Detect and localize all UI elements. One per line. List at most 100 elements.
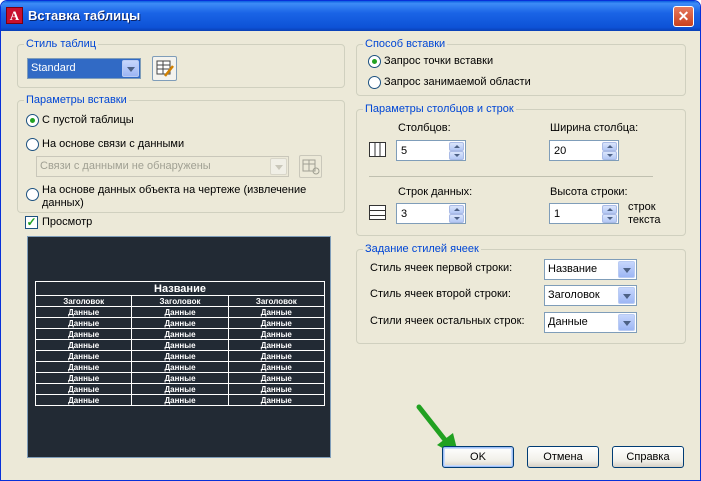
autocad-app-icon: A [6, 7, 23, 24]
help-button[interactable]: Справка [612, 446, 684, 468]
object-data-label[interactable]: На основе данных объекта на чертеже (изв… [42, 184, 327, 210]
preview-header-cell: Заголовок [34, 295, 133, 307]
preview-data-row: Данные Данные Данные [34, 306, 326, 318]
preview-data-cell: Данные [227, 350, 326, 362]
preview-data-cell: Данные [227, 339, 326, 351]
increment-icon[interactable] [449, 142, 464, 151]
preview-data-row: Данные Данные Данные [34, 383, 326, 395]
chevron-down-icon[interactable] [122, 60, 139, 77]
preview-data-cell: Данные [34, 394, 133, 406]
preview-data-cell: Данные [34, 383, 133, 395]
dialog-title: Вставка таблицы [28, 8, 141, 23]
preview-data-row: Данные Данные Данные [34, 339, 326, 351]
data-link-value: Связи с данными не обнаружены [40, 160, 211, 172]
preview-data-row: Данные Данные Данные [34, 350, 326, 362]
column-width-value[interactable]: 20 [554, 145, 566, 157]
data-link-select[interactable]: Связи с данными не обнаружены [36, 156, 289, 177]
table-preview: Название Заголовок Заголовок Заголовок Д… [27, 236, 331, 458]
preview-label[interactable]: Просмотр [42, 216, 92, 228]
columns-value[interactable]: 5 [401, 145, 407, 157]
specify-point-label[interactable]: Запрос точки вставки [384, 55, 493, 67]
decrement-icon[interactable] [449, 214, 464, 223]
preview-data-row: Данные Данные Данные [34, 328, 326, 340]
preview-data-cell: Данные [227, 372, 326, 384]
other-rows-style-label: Стили ячеек остальных строк: [370, 315, 525, 327]
second-row-style-value: Заголовок [548, 289, 600, 301]
preview-data-cell: Данные [227, 317, 326, 329]
ok-button[interactable]: OK [442, 446, 514, 468]
decrement-icon[interactable] [449, 151, 464, 160]
data-link-label[interactable]: На основе связи с данными [42, 138, 184, 150]
first-row-style-select[interactable]: Название [544, 259, 637, 280]
data-rows-label: Строк данных: [398, 186, 473, 198]
columns-label: Столбцов: [398, 122, 451, 134]
data-rows-spinner[interactable]: 3 [396, 203, 466, 224]
columns-rows-group-title: Параметры столбцов и строк [363, 103, 516, 115]
preview-table: Название Заголовок Заголовок Заголовок Д… [34, 281, 326, 406]
preview-data-cell: Данные [131, 339, 229, 351]
row-height-value[interactable]: 1 [554, 208, 560, 220]
data-link-manager-button[interactable] [299, 155, 322, 178]
close-button[interactable]: ✕ [673, 6, 694, 27]
preview-data-cell: Данные [131, 306, 229, 318]
increment-icon[interactable] [449, 205, 464, 214]
rows-icon [369, 205, 386, 220]
empty-table-radio[interactable] [26, 114, 39, 127]
preview-header-cell: Заголовок [131, 295, 229, 307]
preview-data-cell: Данные [227, 361, 326, 373]
specify-point-radio[interactable] [368, 55, 381, 68]
preview-data-cell: Данные [34, 317, 133, 329]
specify-window-radio[interactable] [368, 76, 381, 89]
chevron-down-icon[interactable] [618, 287, 635, 304]
preview-data-row: Данные Данные Данные [34, 394, 326, 406]
chevron-down-icon[interactable] [618, 261, 635, 278]
title-bar[interactable]: A Вставка таблицы ✕ [1, 1, 700, 31]
increment-icon[interactable] [602, 205, 617, 214]
columns-icon [369, 142, 386, 157]
preview-data-cell: Данные [227, 328, 326, 340]
increment-icon[interactable] [602, 142, 617, 151]
table-style-select[interactable]: Standard [27, 58, 141, 79]
decrement-icon[interactable] [602, 214, 617, 223]
data-link-manager-icon [302, 159, 320, 175]
data-rows-value[interactable]: 3 [401, 208, 407, 220]
cancel-button[interactable]: Отмена [527, 446, 599, 468]
preview-data-row: Данные Данные Данные [34, 372, 326, 384]
table-style-edit-icon [156, 60, 174, 77]
preview-header-cell: Заголовок [227, 295, 326, 307]
columns-rows-separator [369, 176, 653, 177]
preview-data-cell: Данные [227, 306, 326, 318]
chevron-down-icon[interactable] [270, 158, 287, 175]
columns-spinner[interactable]: 5 [396, 140, 466, 161]
row-height-unit: строк текста [628, 201, 661, 226]
second-row-style-select[interactable]: Заголовок [544, 285, 637, 306]
row-height-spinner[interactable]: 1 [549, 203, 619, 224]
insert-table-dialog: A Вставка таблицы ✕ Стиль таблиц Standar… [0, 0, 701, 481]
preview-title-cell: Название [35, 281, 325, 296]
preview-data-row: Данные Данные Данные [34, 361, 326, 373]
preview-checkbox[interactable]: ✓ [25, 216, 38, 229]
table-style-edit-button[interactable] [152, 56, 177, 81]
preview-data-cell: Данные [34, 328, 133, 340]
column-width-spinner[interactable]: 20 [549, 140, 619, 161]
specify-window-label[interactable]: Запрос занимаемой области [384, 76, 531, 88]
other-rows-style-value: Данные [548, 316, 588, 328]
data-link-radio[interactable] [26, 138, 39, 151]
row-height-label: Высота строки: [550, 186, 628, 198]
preview-data-cell: Данные [34, 361, 133, 373]
preview-data-cell: Данные [131, 317, 229, 329]
column-width-label: Ширина столбца: [550, 122, 639, 134]
first-row-style-value: Название [548, 263, 598, 275]
table-style-group-title: Стиль таблиц [24, 38, 99, 50]
preview-data-row: Данные Данные Данные [34, 317, 326, 329]
preview-data-cell: Данные [131, 350, 229, 362]
insertion-method-group: Способ вставки [356, 38, 686, 96]
decrement-icon[interactable] [602, 151, 617, 160]
preview-data-cell: Данные [131, 372, 229, 384]
preview-data-cell: Данные [227, 383, 326, 395]
chevron-down-icon[interactable] [618, 314, 635, 331]
object-data-radio[interactable] [26, 188, 39, 201]
table-style-value: Standard [31, 62, 76, 74]
empty-table-label[interactable]: С пустой таблицы [42, 114, 134, 126]
other-rows-style-select[interactable]: Данные [544, 312, 637, 333]
